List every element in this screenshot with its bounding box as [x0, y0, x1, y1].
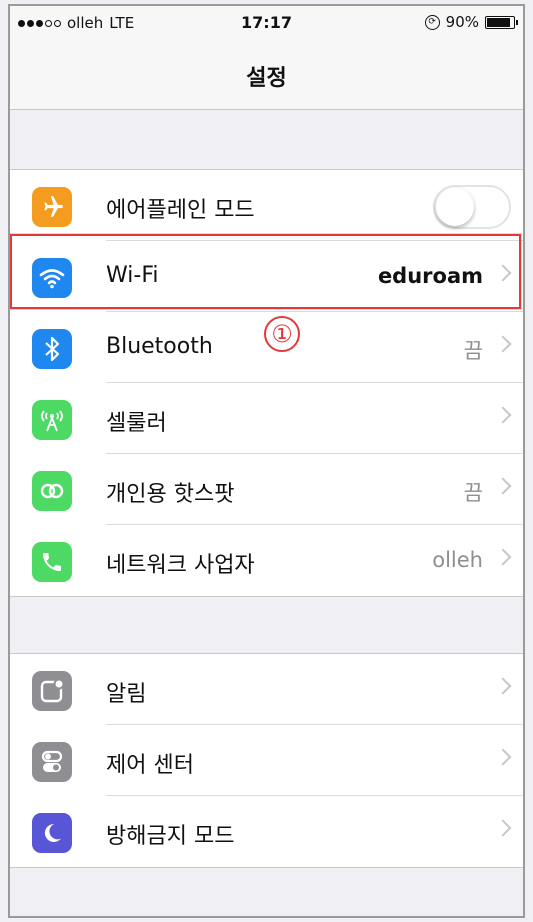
- row-personal-hotspot[interactable]: 개인용 핫스팟 끔: [10, 454, 523, 525]
- airplane-mode-toggle[interactable]: [433, 185, 511, 229]
- chevron-right-icon: [494, 819, 512, 837]
- row-carrier[interactable]: 네트워크 사업자 olleh: [10, 525, 523, 596]
- control-center-icon: [32, 742, 72, 782]
- settings-screen: olleh LTE 17:17 ⟳ 90% 설정 에어플레인 모드 Wi-Fi …: [8, 4, 525, 918]
- chevron-right-icon: [494, 677, 512, 695]
- status-bar: olleh LTE 17:17 ⟳ 90%: [10, 6, 523, 38]
- row-airplane-mode: 에어플레인 모드: [10, 170, 523, 241]
- hotspot-icon: [32, 471, 72, 511]
- battery-percent: 90%: [445, 13, 479, 31]
- notifications-icon: [32, 671, 72, 711]
- row-notifications[interactable]: 알림: [10, 654, 523, 725]
- bluetooth-status: 끔: [463, 339, 483, 363]
- cellular-icon: [32, 400, 72, 440]
- row-label: 제어 센터: [106, 753, 194, 778]
- phone-icon: [32, 542, 72, 582]
- row-do-not-disturb[interactable]: 방해금지 모드: [10, 796, 523, 867]
- battery-info: ⟳ 90%: [424, 13, 518, 31]
- orientation-lock-icon: ⟳: [424, 14, 440, 30]
- page-title: 설정: [246, 66, 287, 91]
- chevron-right-icon: [494, 477, 512, 495]
- carrier-value: olleh: [432, 548, 483, 572]
- row-label: 에어플레인 모드: [106, 198, 255, 223]
- moon-icon: [32, 813, 72, 853]
- settings-group-system: 알림 제어 센터 방해금지 모드: [10, 653, 523, 868]
- row-cellular[interactable]: 셀룰러: [10, 383, 523, 454]
- airplane-icon: [32, 187, 72, 227]
- row-label: 방해금지 모드: [106, 824, 235, 849]
- navigation-bar: 설정: [10, 38, 523, 110]
- chevron-right-icon: [494, 335, 512, 353]
- row-label: 네트워크 사업자: [106, 553, 255, 578]
- row-control-center[interactable]: 제어 센터: [10, 725, 523, 796]
- wifi-highlight-box: [10, 234, 521, 309]
- step-number-annotation: ①: [264, 316, 300, 352]
- chevron-right-icon: [494, 548, 512, 566]
- battery-icon: [485, 15, 518, 29]
- bluetooth-icon: [32, 329, 72, 369]
- row-label: 셀룰러: [106, 411, 167, 436]
- row-label: 개인용 핫스팟: [106, 482, 235, 507]
- row-label: 알림: [106, 682, 147, 707]
- hotspot-status: 끔: [463, 481, 483, 505]
- row-label: Bluetooth: [106, 334, 213, 359]
- chevron-right-icon: [494, 406, 512, 424]
- chevron-right-icon: [494, 748, 512, 766]
